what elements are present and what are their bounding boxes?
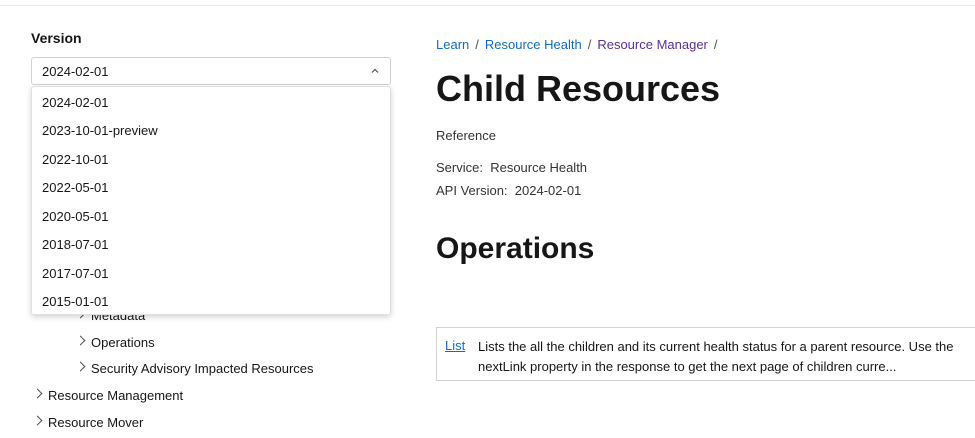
tree-item-label: Resource Management: [48, 388, 184, 403]
version-dropdown: 2024-02-01 2023-10-01-preview 2022-10-01…: [31, 86, 391, 315]
version-option[interactable]: 2020-05-01: [42, 209, 109, 224]
breadcrumb-resource-health[interactable]: Resource Health: [485, 37, 582, 52]
api-version-label: API Version:: [436, 183, 508, 198]
version-option[interactable]: 2018-07-01: [42, 237, 109, 252]
chevron-right-icon: [75, 361, 86, 372]
breadcrumb-resource-manager[interactable]: Resource Manager: [597, 37, 708, 52]
version-select-value: 2024-02-01: [42, 64, 109, 79]
operation-description: Lists the all the children and its curre…: [478, 339, 954, 374]
breadcrumb-learn[interactable]: Learn: [436, 37, 469, 52]
tree-item-resource-mover[interactable]: Resource Mover: [32, 415, 144, 430]
version-select[interactable]: 2024-02-01: [31, 57, 391, 85]
version-option[interactable]: 2024-02-01: [42, 95, 109, 110]
version-option[interactable]: 2022-05-01: [42, 180, 109, 195]
chevron-right-icon: [75, 335, 86, 346]
operation-link-list[interactable]: List: [445, 338, 465, 353]
chevron-up-icon: [371, 68, 379, 73]
service-label: Service:: [436, 160, 483, 175]
tree-item-label: Resource Mover: [48, 415, 144, 430]
api-version-info: API Version: 2024-02-01: [436, 183, 581, 198]
version-option[interactable]: 2023-10-01-preview: [42, 123, 158, 138]
breadcrumb-separator: /: [713, 37, 718, 52]
service-info: Service: Resource Health: [436, 160, 587, 175]
page-subtitle: Reference: [436, 128, 496, 143]
tree-item-resource-management[interactable]: Resource Management: [32, 388, 184, 403]
version-option[interactable]: 2017-07-01: [42, 266, 109, 281]
operations-heading: Operations: [436, 232, 595, 265]
chevron-right-icon: [32, 415, 43, 426]
api-version-value: 2024-02-01: [514, 183, 582, 198]
operations-table: List Lists the all the children and its …: [436, 327, 975, 381]
version-option[interactable]: 2015-01-01: [42, 294, 109, 309]
tree-item-label: Security Advisory Impacted Resources: [91, 361, 314, 376]
tree-item-label: Operations: [91, 335, 155, 350]
version-label: Version: [31, 30, 82, 46]
breadcrumb-separator: /: [475, 37, 479, 52]
main-content: Learn / Resource Health / Resource Manager / …: [436, 0, 975, 438]
service-value: Resource Health: [490, 160, 588, 175]
tree-item-operations[interactable]: Operations: [75, 335, 155, 350]
version-option[interactable]: 2022-10-01: [42, 152, 109, 167]
breadcrumb: Learn / Resource Health / Resource Manager /: [436, 37, 724, 52]
page-title: Child Resources: [436, 68, 721, 109]
tree-item-security-advisory[interactable]: Security Advisory Impacted Resources: [75, 361, 314, 376]
chevron-right-icon: [32, 388, 43, 399]
breadcrumb-separator: /: [587, 37, 592, 52]
